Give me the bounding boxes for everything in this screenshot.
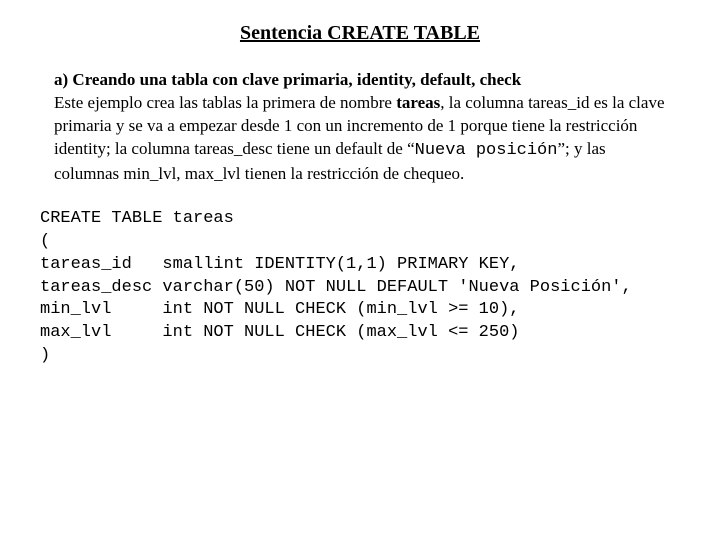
- section-heading: a) Creando una tabla con clave primaria,…: [54, 70, 521, 89]
- para-bold-tareas: tareas: [396, 93, 440, 112]
- document-page: Sentencia CREATE TABLE a) Creando una ta…: [0, 0, 720, 388]
- para-code-inline: Nueva posición: [415, 141, 558, 160]
- intro-paragraph: a) Creando una tabla con clave primaria,…: [54, 69, 670, 186]
- page-title: Sentencia CREATE TABLE: [40, 22, 680, 45]
- para-text-1: Este ejemplo crea las tablas la primera …: [54, 93, 396, 112]
- sql-code-block: CREATE TABLE tareas ( tareas_id smallint…: [40, 208, 680, 369]
